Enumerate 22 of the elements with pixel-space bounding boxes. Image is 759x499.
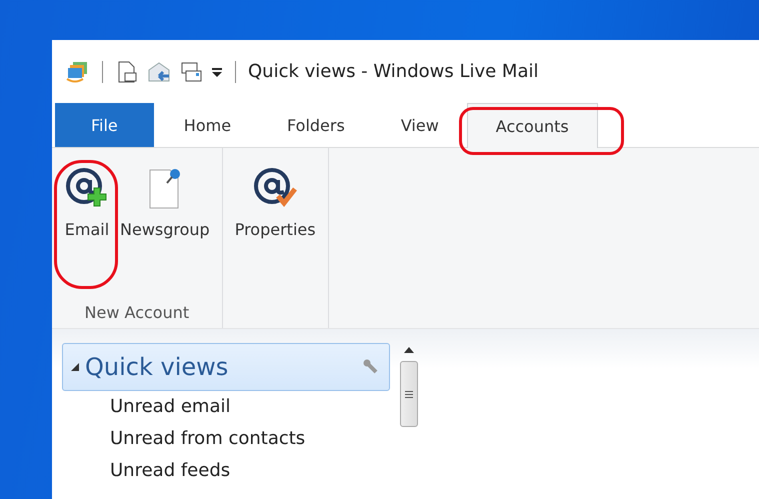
ribbon-tab[interactable]: Home: [156, 103, 260, 147]
reply-envelope-icon[interactable]: [147, 60, 171, 84]
ribbon-tab[interactable]: View: [372, 103, 467, 147]
expanded-arrow-icon[interactable]: [71, 363, 79, 371]
folder-item[interactable]: Unread feeds: [62, 455, 390, 487]
ribbon-button[interactable]: Properties: [230, 158, 320, 274]
folder-item[interactable]: Unread from contacts: [62, 423, 390, 455]
folder-item[interactable]: Unread email: [62, 391, 390, 423]
scrollbar-thumb[interactable]: [400, 361, 418, 427]
ribbon-tab[interactable]: Folders: [259, 103, 373, 147]
ribbon-tab[interactable]: Accounts: [466, 103, 598, 148]
group-label: New Account: [84, 302, 190, 322]
window-title: Quick views - Windows Live Mail: [248, 61, 538, 82]
folder-group-title: Quick views: [85, 353, 230, 381]
envelopes-icon[interactable]: [179, 60, 203, 84]
customize-dropdown-icon[interactable]: [211, 66, 223, 78]
file-menu-tab[interactable]: File: [55, 103, 154, 147]
folder-group-header[interactable]: Quick views: [62, 343, 390, 391]
ribbon-button[interactable]: Email: [60, 158, 114, 274]
scroll-up-arrow-icon[interactable]: [404, 347, 414, 353]
mail-app-icon[interactable]: [66, 60, 90, 84]
ribbon-button[interactable]: Newsgroup: [116, 158, 214, 274]
